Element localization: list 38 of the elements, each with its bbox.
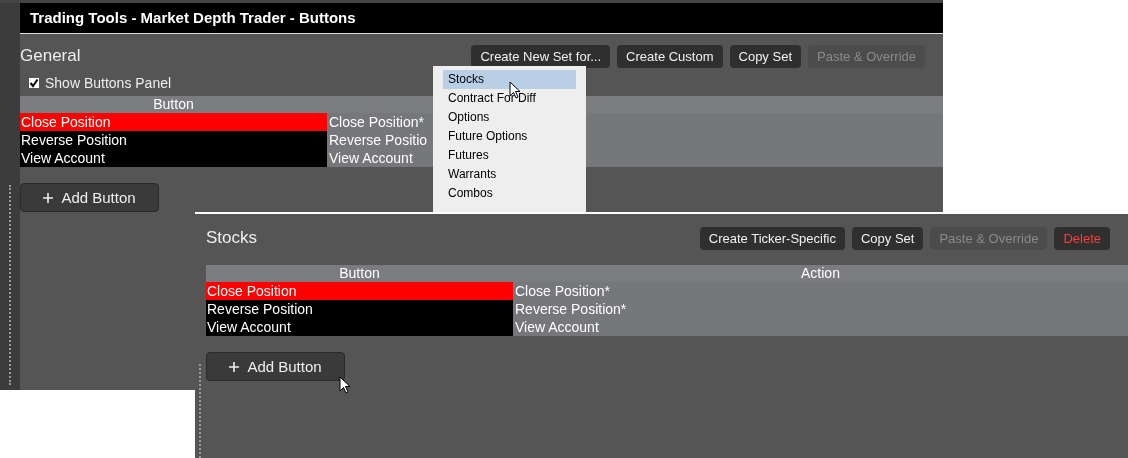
toolbar-button[interactable]: Copy Set (851, 226, 924, 250)
column-header: Action (800, 265, 841, 282)
plus-icon (229, 361, 240, 372)
add-button[interactable]: Add Button (206, 352, 345, 381)
menu-item[interactable]: Options (443, 108, 576, 127)
checkbox[interactable] (29, 78, 39, 88)
menu-item[interactable]: Stocks (443, 70, 576, 89)
table-cell[interactable]: Reverse Position (206, 300, 513, 318)
table-cell[interactable]: Close Position (20, 113, 327, 131)
toolbar-button[interactable]: Copy Set (729, 44, 801, 68)
menu-item[interactable]: Futures (443, 146, 576, 165)
pointer-icon (339, 376, 351, 395)
table-cell: Reverse Position* (515, 301, 627, 317)
section-title: General (20, 46, 81, 66)
table-cell[interactable]: View Account (206, 318, 513, 336)
toolbar-button[interactable]: Create New Set for... (471, 44, 611, 68)
add-button[interactable]: Add Button (20, 183, 159, 212)
table-cell[interactable]: Reverse Position (20, 131, 327, 149)
toolbar-button[interactable]: Create Custom (617, 44, 723, 68)
menu-item[interactable]: Combos (443, 184, 576, 203)
checkbox-label: Show Buttons Panel (45, 75, 172, 91)
table-cell: Reverse Positio (329, 132, 428, 148)
table-cell[interactable]: View Account (20, 149, 327, 167)
menu-item[interactable]: Future Options (443, 127, 576, 146)
table-cell: View Account (329, 150, 413, 166)
menu-item[interactable]: Contract For Diff (443, 89, 576, 108)
section-title: Stocks (206, 228, 258, 248)
toolbar-button[interactable]: Delete (1054, 226, 1110, 250)
column-header: Button (338, 265, 381, 282)
menu-item[interactable]: Warrants (443, 165, 576, 184)
toolbar-button[interactable]: Create Ticker-Specific (699, 226, 845, 250)
plus-icon (43, 192, 54, 203)
window-title: Trading Tools - Market Depth Trader - Buttons (20, 3, 943, 34)
column-header: Button (152, 96, 195, 113)
table-cell: View Account (515, 319, 599, 335)
table-cell: Close Position* (329, 114, 424, 130)
table-cell[interactable]: Close Position (206, 282, 513, 300)
table-cell: Close Position* (515, 283, 610, 299)
